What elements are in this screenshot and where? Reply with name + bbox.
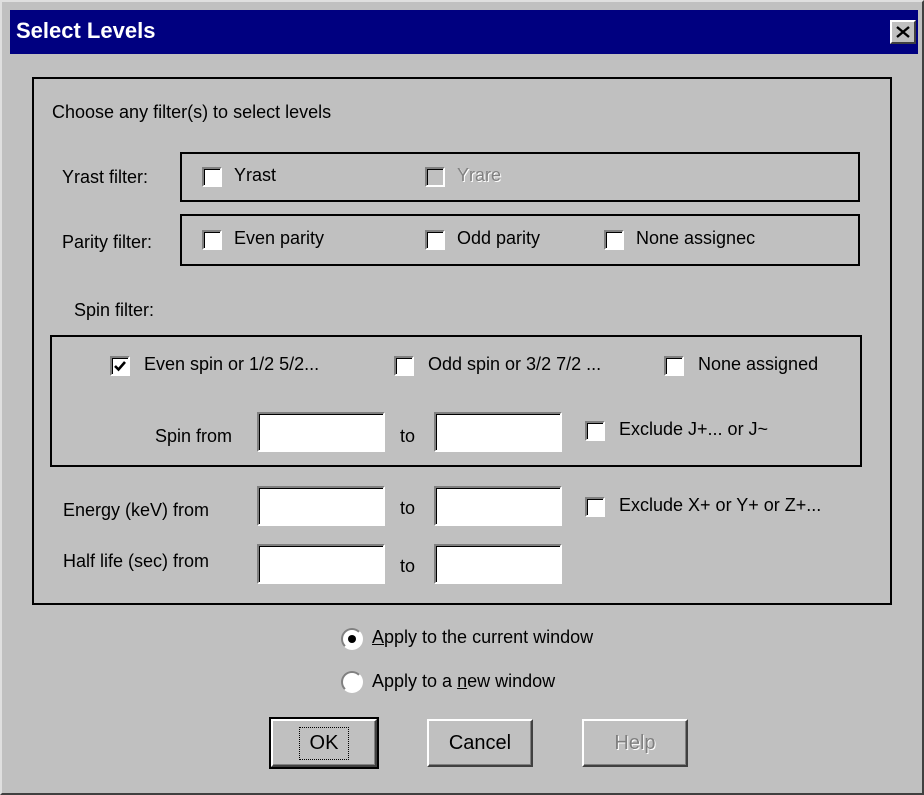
none-assigned-parity-checkbox[interactable]	[604, 230, 624, 250]
apply-new-prefix: Apply to a	[372, 671, 458, 691]
even-parity-label: Even parity	[234, 228, 325, 248]
odd-spin-label: Odd spin or 3/2 7/2 ...	[428, 354, 602, 374]
energy-to-input[interactable]	[434, 486, 562, 526]
apply-current-rest: pply to the current window	[384, 627, 594, 647]
even-spin-checkbox[interactable]	[110, 356, 130, 376]
halflife-to-label: to	[400, 556, 416, 576]
apply-new-accel: n	[457, 671, 468, 691]
even-parity-checkbox[interactable]	[202, 230, 222, 250]
exclude-j-checkbox[interactable]	[585, 421, 605, 441]
spin-to-label: to	[400, 426, 416, 446]
apply-new-label[interactable]: Apply to a new window	[372, 671, 555, 692]
energy-to-label: to	[400, 498, 416, 518]
close-icon	[896, 26, 910, 38]
select-levels-dialog: Select Levels Choose any filter(s) to se…	[0, 0, 924, 795]
halflife-from-label: Half life (sec) from	[63, 551, 210, 571]
spin-to-input[interactable]	[434, 412, 562, 452]
yrare-option-label: Yrare	[457, 165, 502, 185]
apply-current-accel: A	[372, 627, 385, 647]
exclude-xyz-checkbox[interactable]	[585, 497, 605, 517]
spin-from-label: Spin from	[155, 426, 233, 446]
exclude-j-label: Exclude J+... or J~	[619, 419, 769, 439]
none-assigned-spin-checkbox[interactable]	[664, 356, 684, 376]
odd-parity-checkbox[interactable]	[425, 230, 445, 250]
odd-parity-label: Odd parity	[457, 228, 541, 248]
energy-from-label: Energy (keV) from	[63, 500, 210, 520]
none-assigned-spin-label: None assigned	[698, 354, 819, 374]
exclude-xyz-label: Exclude X+ or Y+ or Z+...	[619, 495, 822, 515]
even-spin-label: Even spin or 1/2 5/2...	[144, 354, 320, 374]
spin-from-input[interactable]	[257, 412, 385, 452]
ok-button[interactable]: OK	[269, 717, 379, 769]
odd-spin-checkbox[interactable]	[394, 356, 414, 376]
cancel-button-label: Cancel	[448, 731, 512, 754]
close-button[interactable]	[890, 20, 916, 44]
parity-filter-label: Parity filter:	[62, 232, 153, 252]
none-assigned-parity-label: None assignec	[636, 228, 756, 248]
yrare-checkbox	[425, 167, 445, 187]
yrast-option-label: Yrast	[234, 165, 277, 185]
radio-selected-dot	[348, 635, 356, 643]
halflife-from-input[interactable]	[257, 544, 385, 584]
instructions-text: Choose any filter(s) to select levels	[52, 102, 332, 122]
yrast-filter-box	[180, 152, 860, 202]
ok-button-label: OK	[298, 726, 350, 760]
yrast-checkbox[interactable]	[202, 167, 222, 187]
cancel-button[interactable]: Cancel	[427, 719, 533, 767]
halflife-to-input[interactable]	[434, 544, 562, 584]
title-bar[interactable]: Select Levels	[10, 10, 918, 54]
checkmark-icon	[114, 361, 126, 372]
dialog-title: Select Levels	[16, 18, 156, 43]
apply-current-label[interactable]: Apply to the current window	[372, 627, 593, 648]
yrast-filter-label: Yrast filter:	[62, 167, 149, 187]
help-button-label: Help	[614, 731, 656, 754]
apply-new-radio[interactable]	[341, 671, 363, 693]
spin-filter-label: Spin filter:	[74, 300, 155, 320]
help-button: Help	[582, 719, 688, 767]
apply-new-rest: ew window	[467, 671, 556, 691]
apply-current-radio[interactable]	[341, 628, 363, 650]
energy-from-input[interactable]	[257, 486, 385, 526]
